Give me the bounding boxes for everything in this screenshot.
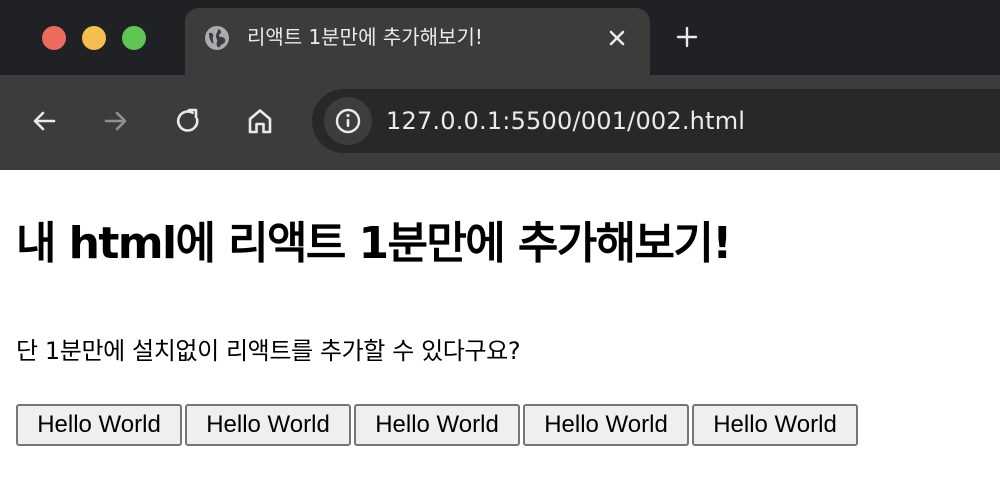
close-tab-icon[interactable] — [603, 24, 631, 52]
active-tab[interactable]: 리액트 1분만에 추가해보기! — [185, 8, 650, 75]
hello-world-button-1[interactable]: Hello World — [16, 404, 182, 446]
page-title: 내 html에 리액트 1분만에 추가해보기! — [16, 218, 732, 269]
page-description: 단 1분만에 설치없이 리액트를 추가할 수 있다구요? — [16, 337, 521, 365]
zoom-window-button[interactable] — [122, 26, 146, 50]
hello-world-button-3[interactable]: Hello World — [354, 404, 520, 446]
forward-arrow-icon[interactable] — [100, 105, 132, 137]
minimize-window-button[interactable] — [82, 26, 106, 50]
reload-icon[interactable] — [172, 105, 204, 137]
back-arrow-icon[interactable] — [28, 105, 60, 137]
tab-title: 리액트 1분만에 추가해보기! — [247, 25, 483, 49]
address-bar[interactable]: 127.0.0.1:5500/001/002.html — [312, 89, 1000, 153]
url-text[interactable]: 127.0.0.1:5500/001/002.html — [386, 105, 745, 137]
info-icon — [335, 108, 361, 134]
new-tab-icon[interactable] — [672, 22, 702, 52]
close-window-button[interactable] — [42, 26, 66, 50]
globe-icon — [205, 26, 229, 50]
hello-world-button-4[interactable]: Hello World — [523, 404, 689, 446]
site-info-button[interactable] — [324, 97, 372, 145]
page-content: 내 html에 리액트 1분만에 추가해보기! 단 1분만에 설치없이 리액트를… — [0, 170, 1000, 494]
hello-world-button-5[interactable]: Hello World — [692, 404, 858, 446]
tab-strip: 리액트 1분만에 추가해보기! — [0, 0, 1000, 75]
button-row: Hello World Hello World Hello World Hell… — [16, 404, 858, 446]
hello-world-button-2[interactable]: Hello World — [185, 404, 351, 446]
browser-window: 리액트 1분만에 추가해보기! 127.0.0.1:5500/001/002.h… — [0, 0, 1000, 494]
home-icon[interactable] — [244, 105, 276, 137]
browser-toolbar: 127.0.0.1:5500/001/002.html — [0, 75, 1000, 170]
